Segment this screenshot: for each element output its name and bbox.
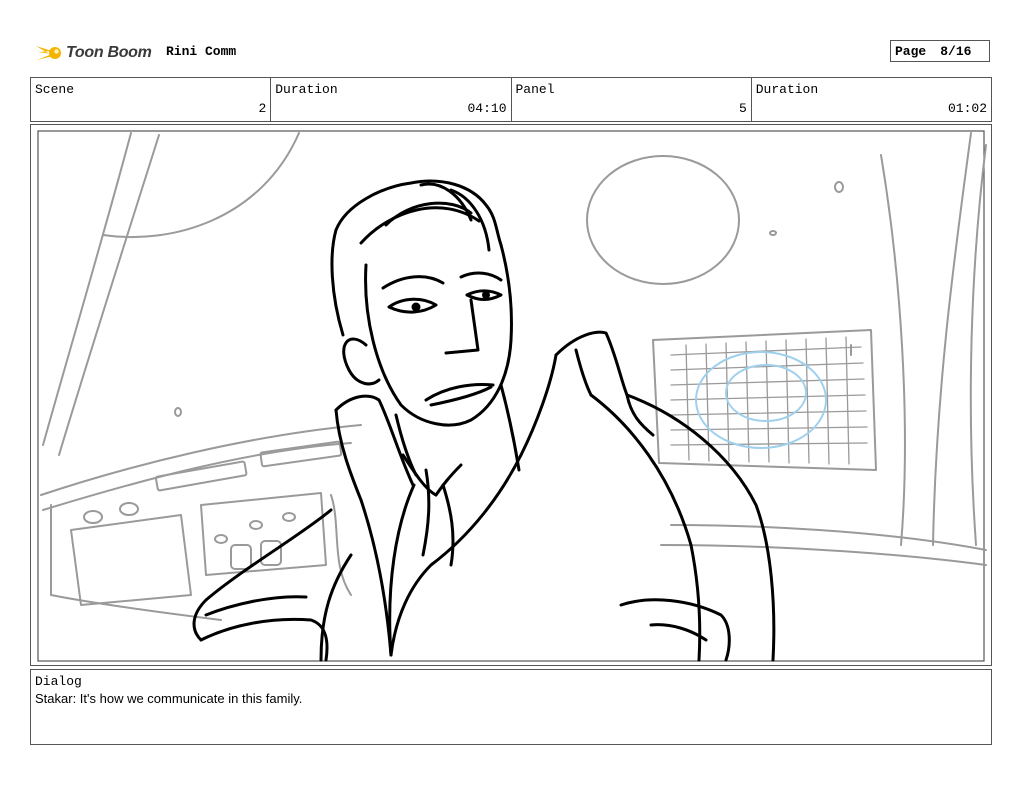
character-sketch xyxy=(192,179,776,662)
dialog-text: Stakar: It's how we communicate in this … xyxy=(35,691,303,706)
panel-duration-value: 01:02 xyxy=(947,101,987,116)
dialog-label: Dialog xyxy=(35,674,82,689)
scene-label: Scene xyxy=(35,82,75,97)
page-label: Page xyxy=(895,43,927,59)
cockpit-background-sketch xyxy=(40,132,987,621)
panel-duration-cell: Duration 01:02 xyxy=(752,78,991,121)
project-title: Rini Comm xyxy=(166,44,237,59)
storyboard-panel xyxy=(30,124,992,666)
page-number: 8/16 xyxy=(940,43,972,59)
scene-duration-value: 04:10 xyxy=(467,101,507,116)
scene-value: 2 xyxy=(258,101,267,116)
scene-duration-cell: Duration 04:10 xyxy=(271,78,512,121)
scene-cell: Scene 2 xyxy=(31,78,272,121)
panel-duration-label: Duration xyxy=(755,82,819,97)
toon-boom-logo: Toon Boom xyxy=(34,36,158,70)
logo-text: Toon Boom xyxy=(66,44,152,61)
dialog-box: Dialog Stakar: It's how we communicate i… xyxy=(30,669,992,745)
panel-cell: Panel 5 xyxy=(512,78,752,121)
panel-label: Panel xyxy=(515,82,555,97)
page-indicator: Page 8/16 xyxy=(890,40,990,62)
panel-value: 5 xyxy=(738,101,747,116)
panel-sketch xyxy=(37,130,987,662)
panel-info-row: Scene 2 Duration 04:10 Panel 5 Duration … xyxy=(30,77,992,122)
comet-logo-icon xyxy=(36,46,61,60)
scene-duration-label: Duration xyxy=(275,82,338,97)
